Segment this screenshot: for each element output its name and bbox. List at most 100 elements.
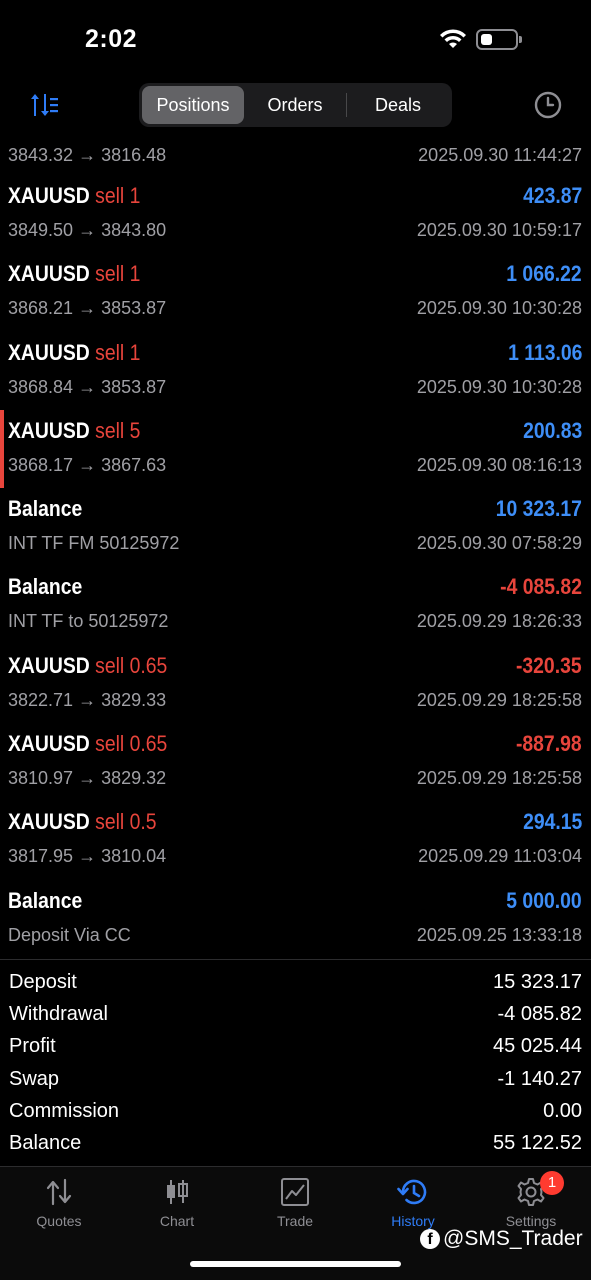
deal-date: 2025.09.25 13:33:18 bbox=[416, 924, 582, 945]
deal-title: XAUUSD sell 5 bbox=[8, 418, 140, 444]
deal-symbol: XAUUSD bbox=[8, 183, 90, 208]
summary-label: Commission bbox=[9, 1099, 120, 1122]
home-indicator[interactable] bbox=[190, 1261, 401, 1267]
deal-symbol: XAUUSD bbox=[8, 417, 90, 443]
list-item[interactable]: Balance 10 323.17 INT TF FM 50125972 202… bbox=[0, 488, 591, 566]
tab-trade[interactable]: Trade bbox=[236, 1177, 354, 1237]
deal-title: Balance bbox=[8, 574, 82, 600]
deal-date: 2025.09.30 10:59:17 bbox=[416, 220, 582, 240]
summary-value: 15 323.17 bbox=[493, 971, 582, 993]
summary-row-deposit: Deposit 15 323.17 bbox=[0, 967, 591, 999]
price-range: 3843.32 → 3816.48 bbox=[8, 145, 167, 165]
list-item[interactable]: Balance -4 085.82 INT TF to 50125972 202… bbox=[0, 566, 591, 644]
status-bar: 2:02 bbox=[0, 0, 591, 80]
deal-direction: sell 0.65 bbox=[95, 652, 168, 678]
deal-date: 2025.09.29 11:03:04 bbox=[418, 846, 582, 867]
deal-symbol: Balance bbox=[8, 496, 83, 522]
deal-profit: 200.83 bbox=[522, 417, 582, 443]
deal-symbol: XAUUSD bbox=[8, 652, 90, 678]
trade-icon bbox=[281, 1178, 309, 1206]
deal-date: 2025.09.29 18:25:58 bbox=[416, 768, 582, 789]
deal-comment: INT TF FM 50125972 bbox=[8, 533, 180, 554]
deal-title: XAUUSD sell 1 bbox=[8, 261, 140, 287]
deal-date: 2025.09.29 18:26:33 bbox=[416, 611, 582, 632]
summary-divider bbox=[0, 959, 591, 960]
tab-chart[interactable]: Chart bbox=[118, 1177, 236, 1237]
summary-value: -1 140.27 bbox=[497, 1067, 582, 1090]
tab-label: Trade bbox=[276, 1213, 314, 1229]
summary-row-profit: Profit 45 025.44 bbox=[0, 1031, 591, 1063]
list-item[interactable]: XAUUSD sell 1 423.87 3849.50 → 3843.80 2… bbox=[0, 175, 591, 253]
deal-title: XAUUSD sell 1 bbox=[8, 340, 140, 366]
list-item[interactable]: XAUUSD sell 0.5 294.15 3817.95 → 3810.04… bbox=[0, 801, 591, 879]
deal-date: 2025.09.30 10:30:28 bbox=[416, 298, 582, 319]
summary-label: Profit bbox=[9, 1035, 56, 1058]
list-item[interactable]: XAUUSD sell 0.65 -320.35 3822.71 → 3829.… bbox=[0, 645, 591, 723]
tab-positions[interactable]: Positions bbox=[142, 86, 244, 124]
summary-row-swap: Swap -1 140.27 bbox=[0, 1064, 591, 1096]
summary-value: 55 122.52 bbox=[493, 1131, 582, 1154]
summary-row-commission: Commission 0.00 bbox=[0, 1096, 591, 1128]
history-summary: Deposit 15 323.17 Withdrawal -4 085.82 P… bbox=[0, 967, 591, 1160]
deal-symbol: Balance bbox=[8, 574, 83, 600]
deal-profit: 5 000.00 bbox=[506, 887, 582, 913]
history-segmented-control: Positions Orders Deals bbox=[139, 83, 452, 127]
tab-quotes[interactable]: Quotes bbox=[0, 1177, 118, 1237]
notification-badge: 1 bbox=[540, 1171, 564, 1195]
price-range: 3868.17 → 3867.63 bbox=[8, 454, 167, 475]
list-item[interactable]: XAUUSD sell 0.65 -887.98 3810.97 → 3829.… bbox=[0, 723, 591, 801]
deal-title: XAUUSD sell 1 bbox=[8, 183, 140, 209]
price-range: 3868.21 → 3853.87 bbox=[8, 298, 167, 319]
summary-label: Deposit bbox=[9, 971, 77, 993]
deal-profit: -320.35 bbox=[516, 652, 582, 678]
list-item[interactable]: XAUUSD sell 1 1 066.22 3868.21 → 3853.87… bbox=[0, 253, 591, 331]
selected-marker bbox=[0, 409, 4, 488]
deal-title: XAUUSD sell 0.65 bbox=[8, 731, 167, 757]
deal-comment: INT TF to 50125972 bbox=[8, 611, 169, 632]
deal-title: XAUUSD sell 0.65 bbox=[8, 653, 167, 679]
deal-direction: sell 5 bbox=[95, 417, 141, 443]
deal-symbol: XAUUSD bbox=[8, 809, 90, 835]
deal-title: XAUUSD sell 0.5 bbox=[8, 809, 157, 835]
deal-profit: 1 113.06 bbox=[507, 339, 582, 365]
price-range: 3817.95 → 3810.04 bbox=[8, 846, 167, 867]
deal-date: 2025.09.30 07:58:29 bbox=[416, 533, 582, 554]
deal-symbol: XAUUSD bbox=[8, 339, 90, 365]
summary-value: 45 025.44 bbox=[493, 1035, 582, 1058]
deal-direction: sell 1 bbox=[95, 339, 141, 365]
deal-direction: sell 0.65 bbox=[95, 731, 168, 757]
watermark: f @SMS_Trader bbox=[420, 1227, 583, 1251]
summary-value: 0.00 bbox=[543, 1099, 582, 1122]
summary-value: -4 085.82 bbox=[497, 1003, 582, 1026]
history-icon bbox=[397, 1179, 427, 1205]
deal-title: Balance bbox=[8, 888, 82, 914]
deal-profit: -4 085.82 bbox=[500, 574, 582, 600]
list-item[interactable]: Balance 5 000.00 Deposit Via CC 2025.09.… bbox=[0, 880, 591, 958]
history-header: Positions Orders Deals bbox=[0, 80, 591, 130]
deal-comment: Deposit Via CC bbox=[8, 924, 131, 945]
deal-date: 2025.09.30 11:44:27 bbox=[418, 145, 582, 165]
chart-icon bbox=[167, 1180, 188, 1204]
list-item[interactable]: XAUUSD sell 1 1 113.06 3868.84 → 3853.87… bbox=[0, 332, 591, 410]
clock-icon[interactable] bbox=[533, 90, 563, 120]
list-item[interactable]: 3843.32 → 3816.48 2025.09.30 11:44:27 bbox=[0, 138, 591, 175]
sort-icon[interactable] bbox=[30, 92, 58, 118]
price-range: 3810.97 → 3829.32 bbox=[8, 768, 167, 789]
deal-symbol: Balance bbox=[8, 887, 83, 913]
deal-profit: 294.15 bbox=[522, 809, 582, 835]
deals-list: 3843.32 → 3816.48 2025.09.30 11:44:27 XA… bbox=[0, 138, 591, 958]
list-item[interactable]: XAUUSD sell 5 200.83 3868.17 → 3867.63 2… bbox=[0, 409, 591, 488]
deal-date: 2025.09.30 08:16:13 bbox=[416, 454, 582, 475]
price-range: 3868.84 → 3853.87 bbox=[8, 376, 167, 397]
deal-date: 2025.09.29 18:25:58 bbox=[416, 689, 582, 710]
deal-direction: sell 1 bbox=[95, 183, 141, 208]
deal-symbol: XAUUSD bbox=[8, 261, 90, 287]
deal-title: Balance bbox=[8, 496, 82, 522]
quotes-icon bbox=[46, 1178, 72, 1206]
tab-orders[interactable]: Orders bbox=[244, 86, 346, 124]
tab-deals[interactable]: Deals bbox=[347, 86, 449, 124]
price-range: 3822.71 → 3829.33 bbox=[8, 689, 167, 710]
summary-row-withdrawal: Withdrawal -4 085.82 bbox=[0, 999, 591, 1031]
deal-date: 2025.09.30 10:30:28 bbox=[416, 376, 582, 397]
summary-label: Withdrawal bbox=[9, 1003, 108, 1026]
